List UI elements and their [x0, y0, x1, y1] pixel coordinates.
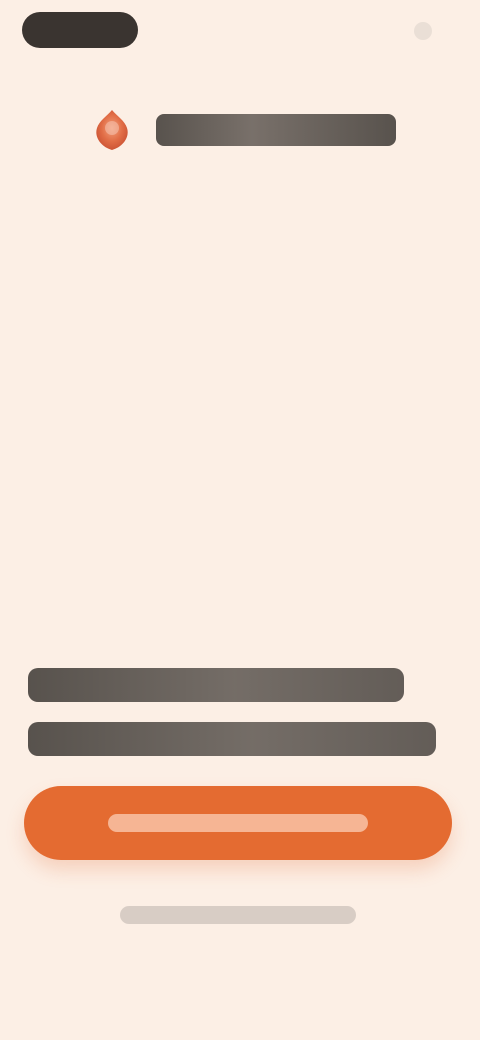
- brand-wordmark: [156, 114, 396, 146]
- primary-action-button[interactable]: [24, 786, 452, 860]
- headline-line-1: [28, 668, 404, 702]
- brand-header: [86, 102, 396, 158]
- primary-action-label: [108, 814, 368, 832]
- brand-logo-icon: [86, 104, 138, 156]
- hero-headline: [28, 668, 448, 756]
- screen: [0, 0, 480, 1040]
- headline-line-2: [28, 722, 436, 756]
- status-pill: [22, 12, 138, 48]
- secondary-action-link[interactable]: [120, 906, 356, 924]
- status-indicator: [414, 22, 432, 40]
